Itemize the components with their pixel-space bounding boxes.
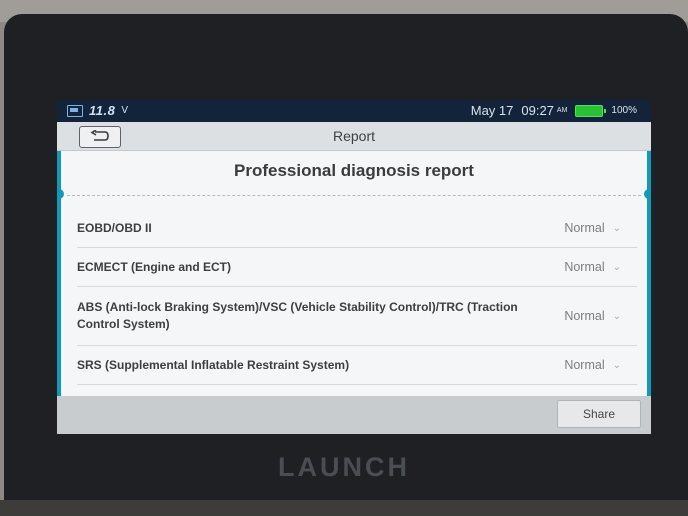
report-row-label: ABS (Anti-lock Braking System)/VSC (Vehi… xyxy=(77,300,518,331)
report-row-label: EOBD/OBD II xyxy=(77,220,152,235)
divider-dot-right xyxy=(644,189,651,199)
status-value: Normal xyxy=(564,221,605,235)
report-row-eobd[interactable]: EOBD/OBD II Normal ⌄ xyxy=(77,209,637,248)
status-ampm: AM xyxy=(556,107,568,114)
chevron-down-icon: ⌄ xyxy=(612,310,621,322)
bottom-bar: Share xyxy=(57,396,651,434)
voltage-value: 11.8 xyxy=(89,103,116,118)
car-battery-icon xyxy=(67,104,83,117)
chevron-down-icon: ⌄ xyxy=(612,261,621,273)
chevron-down-icon: ⌄ xyxy=(612,222,621,234)
device-brand-logo: LAUNCH xyxy=(278,452,410,482)
report-content[interactable]: Professional diagnosis report EOBD/OBD I… xyxy=(57,151,651,396)
device-screen: 11.8 V May 17 09:27 AM 100% Report Profe… xyxy=(57,100,651,434)
status-dropdown[interactable]: Normal ⌄ xyxy=(564,221,621,235)
report-row-label: ECMECT (Engine and ECT) xyxy=(77,259,231,274)
device-background-bottom xyxy=(0,500,688,516)
chevron-down-icon: ⌄ xyxy=(612,359,621,371)
status-value: Normal xyxy=(564,309,605,323)
voltage-indicator: 11.8 V xyxy=(67,103,128,118)
status-bar: 11.8 V May 17 09:27 AM 100% xyxy=(57,100,651,122)
status-time: 09:27 xyxy=(521,103,554,118)
report-row-abs[interactable]: ABS (Anti-lock Braking System)/VSC (Vehi… xyxy=(77,287,637,346)
status-dropdown[interactable]: Normal ⌄ xyxy=(564,358,621,372)
status-dropdown[interactable]: Normal ⌄ xyxy=(564,309,621,323)
report-row-ecmect[interactable]: ECMECT (Engine and ECT) Normal ⌄ xyxy=(77,248,637,287)
status-right: May 17 09:27 AM 100% xyxy=(471,103,637,118)
title-bar: Report xyxy=(57,122,651,151)
share-button[interactable]: Share xyxy=(557,400,641,428)
heading-divider xyxy=(67,195,641,196)
status-dropdown[interactable]: Normal ⌄ xyxy=(564,260,621,274)
battery-icon xyxy=(575,104,607,117)
battery-percent: 100% xyxy=(611,105,637,116)
voltage-unit: V xyxy=(121,105,129,116)
status-date: May 17 xyxy=(470,103,514,118)
report-row-srs[interactable]: SRS (Supplemental Inflatable Restraint S… xyxy=(77,346,637,385)
report-heading: Professional diagnosis report xyxy=(234,161,474,180)
status-value: Normal xyxy=(564,260,605,274)
status-value: Normal xyxy=(564,358,605,372)
page-title: Report xyxy=(332,128,376,144)
divider-dot-left xyxy=(57,189,64,199)
report-row-label: SRS (Supplemental Inflatable Restraint S… xyxy=(77,357,350,372)
